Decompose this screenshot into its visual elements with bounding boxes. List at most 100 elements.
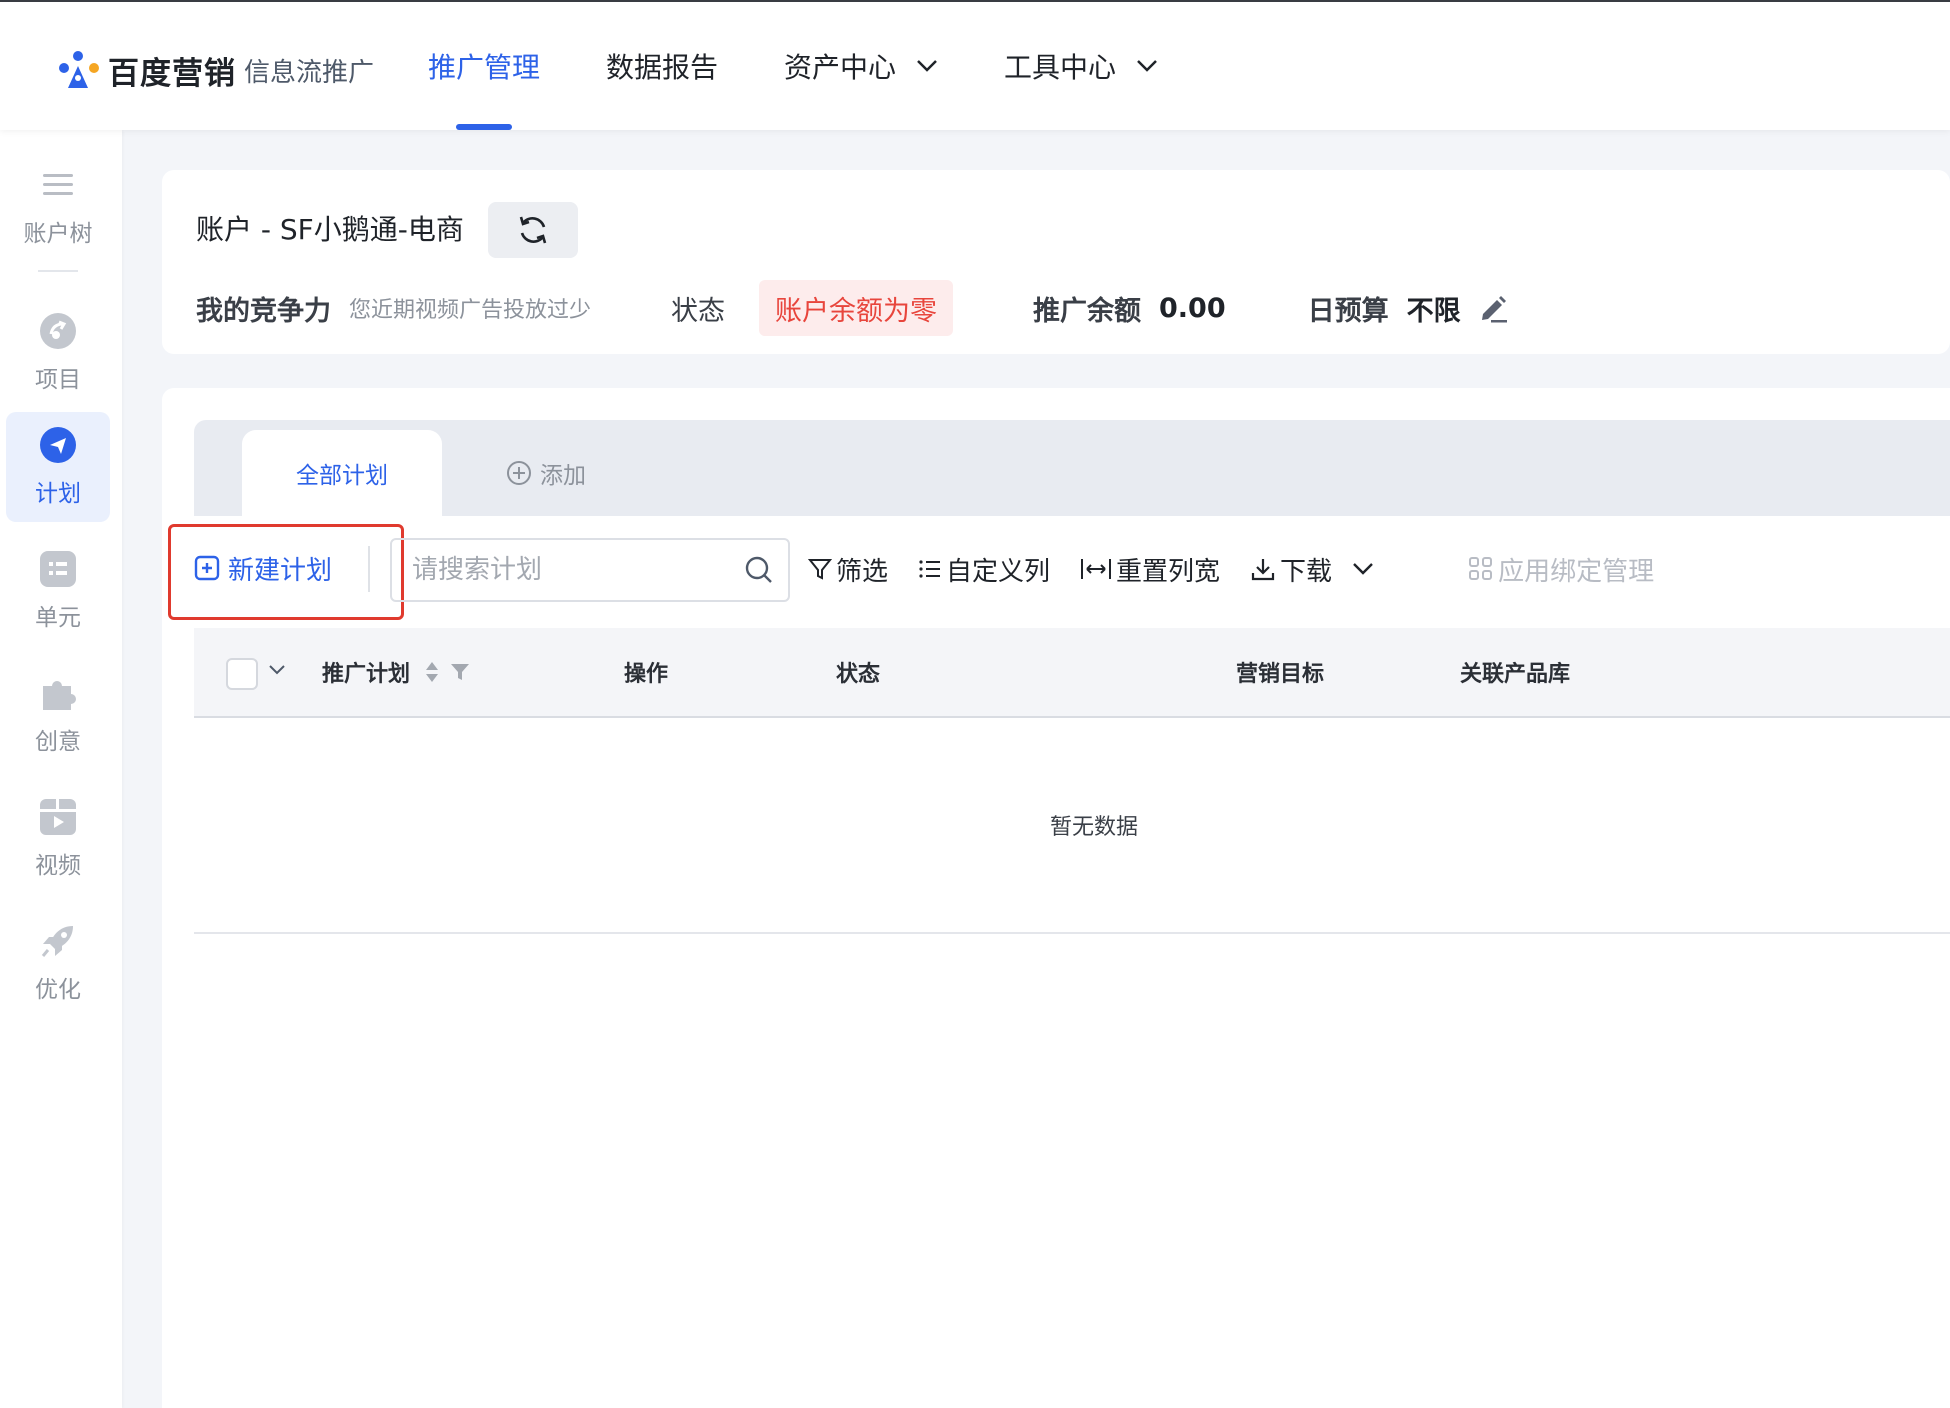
chevron-down-icon: [1137, 60, 1157, 72]
budget-label: 日预算: [1307, 295, 1389, 327]
app-binding-button[interactable]: 应用绑定管理: [1468, 551, 1654, 588]
table-header: 推广计划 操作 状态 营销目标 关联产品库: [194, 628, 1950, 718]
sidebar-item-video[interactable]: 视频: [6, 784, 110, 894]
search-input[interactable]: [412, 555, 744, 585]
filter-label: 筛选: [836, 556, 889, 587]
column-header-status: 状态: [836, 628, 880, 716]
sidebar-item-creative[interactable]: 创意: [6, 660, 110, 770]
refresh-icon: [519, 216, 547, 244]
plus-square-icon: [194, 555, 220, 581]
new-plan-label: 新建计划: [228, 555, 333, 586]
account-stats-row: 我的竞争力 您近期视频广告投放过少 状态 账户余额为零 推广余额 0.00 日预…: [196, 280, 1509, 336]
sidebar-item-label: 单元: [35, 605, 81, 631]
plan-panel: 全部计划 添加 新建计划 筛选 自定义列: [162, 388, 1950, 1408]
budget-value: 不限: [1406, 295, 1461, 327]
column-label: 状态: [836, 662, 881, 687]
project-icon: [39, 312, 77, 350]
column-label: 关联产品库: [1460, 662, 1571, 687]
divider: [368, 546, 370, 592]
main-nav: 推广管理 数据报告 资产中心 工具中心: [428, 2, 1224, 130]
sidebar-item-label: 项目: [35, 367, 81, 393]
product-name: 信息流推广: [244, 57, 375, 88]
filter-button[interactable]: 筛选: [808, 551, 888, 588]
custom-columns-button[interactable]: 自定义列: [918, 551, 1050, 588]
custom-columns-label: 自定义列: [946, 556, 1051, 587]
sidebar-item-label: 计划: [35, 481, 81, 507]
logo[interactable]: 百度营销 信息流推广: [56, 48, 374, 92]
sidebar-item-project[interactable]: 项目: [6, 298, 110, 408]
column-header-product-library: 关联产品库: [1460, 628, 1570, 716]
plan-icon: [39, 426, 77, 464]
refresh-button[interactable]: [488, 202, 578, 258]
nav-label: 资产中心: [784, 51, 897, 84]
download-label: 下载: [1280, 556, 1333, 587]
tab-label: 全部计划: [296, 463, 388, 489]
nav-label: 工具中心: [1004, 51, 1117, 84]
account-card: 账户 - SF小鹅通-电商 我的竞争力 您近期视频广告投放过少 状态 账户余额为…: [162, 170, 1950, 354]
tab-bar: 全部计划 添加: [194, 420, 1950, 516]
reset-width-button[interactable]: 重置列宽: [1080, 551, 1220, 588]
sidebar-item-label: 视频: [35, 853, 81, 879]
chevron-down-icon[interactable]: [268, 664, 286, 676]
download-button[interactable]: 下载: [1250, 551, 1378, 588]
menu-icon: [39, 166, 77, 204]
competitiveness-hint: 您近期视频广告投放过少: [349, 298, 592, 323]
empty-text: 暂无数据: [1049, 815, 1138, 840]
sidebar-item-label: 优化: [35, 977, 81, 1003]
status-label: 状态: [671, 295, 726, 327]
column-width-icon: [1081, 559, 1112, 579]
baidu-marketing-logo-icon: [59, 51, 99, 88]
rocket-icon: [39, 922, 77, 960]
edit-icon[interactable]: [1477, 292, 1509, 324]
search-box: [390, 538, 790, 602]
list-icon: [919, 560, 941, 578]
sidebar-item-account-tree[interactable]: 账户树: [6, 152, 110, 262]
column-label: 营销目标: [1236, 662, 1325, 687]
nav-promotion-management[interactable]: 推广管理: [428, 2, 540, 130]
add-tab-label: 添加: [540, 463, 586, 489]
column-header-marketing-goal: 营销目标: [1236, 628, 1324, 716]
column-header-operation: 操作: [624, 628, 668, 716]
nav-label: 数据报告: [606, 51, 719, 84]
filter-icon[interactable]: [450, 662, 470, 682]
sidebar-item-plan[interactable]: 计划: [6, 412, 110, 522]
toolbar: 新建计划 筛选 自定义列 重置列宽 下载: [168, 524, 1950, 620]
sidebar: 账户树 项目 计划 单元 创意 视频 优化: [0, 130, 122, 1408]
column-header-plan[interactable]: 推广计划: [322, 628, 470, 716]
plus-circle-icon: [507, 461, 531, 485]
filter-icon: [808, 559, 832, 580]
sidebar-item-label: 账户树: [23, 221, 93, 247]
sidebar-item-label: 创意: [35, 729, 81, 755]
sort-icon[interactable]: [424, 660, 440, 684]
column-label: 推广计划: [322, 662, 411, 687]
balance-label: 推广余额: [1033, 295, 1142, 327]
chevron-down-icon: [1353, 563, 1373, 575]
sidebar-divider: [38, 270, 78, 272]
toolbar-actions: 筛选 自定义列 重置列宽 下载 应用绑定管理: [808, 542, 1684, 596]
add-tab-button[interactable]: 添加: [506, 430, 586, 516]
tab-all-plans[interactable]: 全部计划: [242, 430, 442, 516]
competitiveness-label: 我的竞争力: [196, 295, 331, 327]
reset-width-label: 重置列宽: [1116, 556, 1221, 587]
nav-data-report[interactable]: 数据报告: [606, 2, 718, 130]
nav-tool-center[interactable]: 工具中心: [1004, 2, 1158, 130]
nav-asset-center[interactable]: 资产中心: [784, 2, 938, 130]
search-icon[interactable]: [744, 555, 774, 585]
column-label: 操作: [624, 662, 669, 687]
chevron-down-icon: [917, 60, 937, 72]
video-icon: [39, 798, 77, 836]
account-name: 账户 - SF小鹅通-电商: [196, 213, 464, 246]
status-badge: 账户余额为零: [759, 280, 954, 336]
sidebar-item-unit[interactable]: 单元: [6, 536, 110, 646]
grid-icon: [1469, 557, 1493, 580]
unit-icon: [39, 550, 77, 588]
puzzle-icon: [39, 674, 77, 712]
nav-label: 推广管理: [428, 51, 541, 84]
top-navbar: 百度营销 信息流推广 推广管理 数据报告 资产中心 工具中心: [0, 2, 1950, 130]
download-icon: [1251, 559, 1275, 581]
empty-state: 暂无数据: [194, 718, 1950, 934]
new-plan-button[interactable]: 新建计划: [194, 542, 332, 594]
brand-name: 百度营销: [108, 55, 236, 92]
sidebar-item-optimize[interactable]: 优化: [6, 908, 110, 1018]
select-all-checkbox[interactable]: [226, 658, 258, 690]
